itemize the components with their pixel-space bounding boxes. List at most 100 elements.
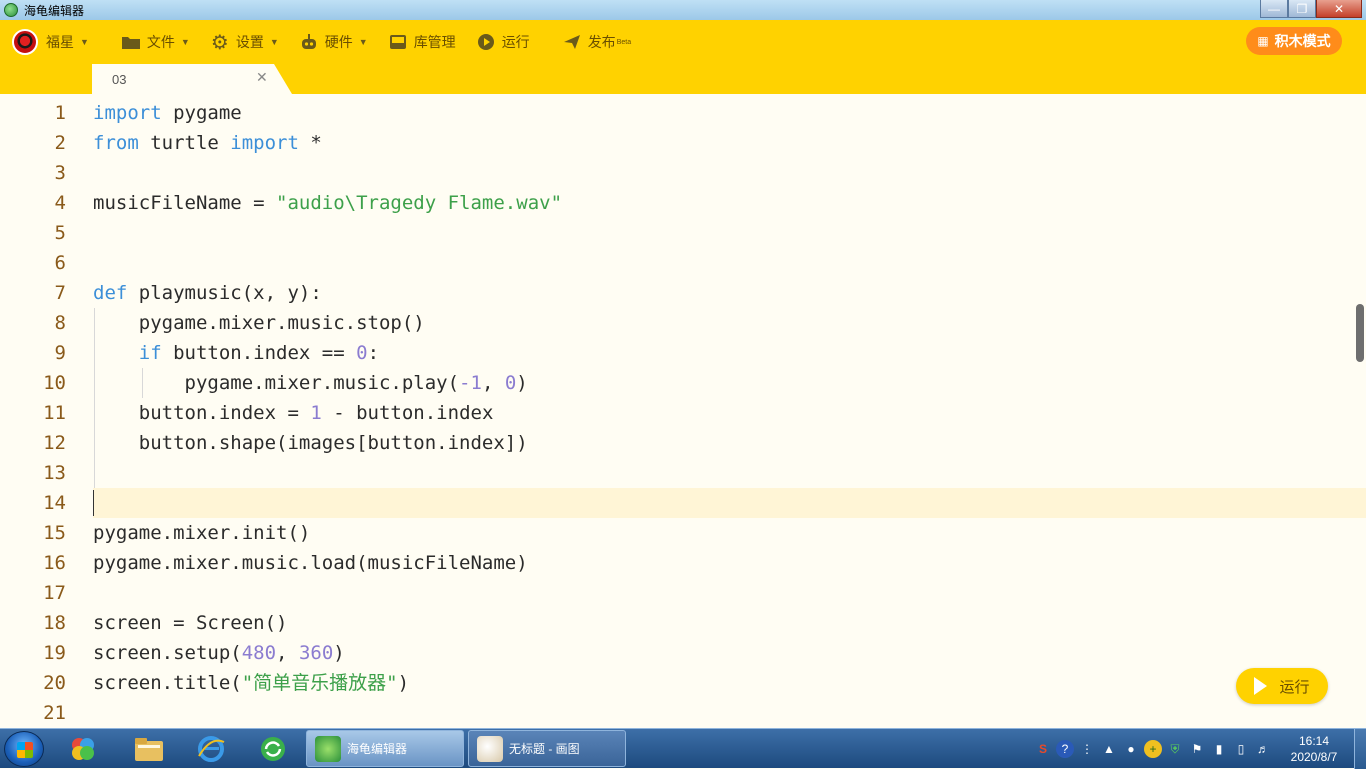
- close-icon: ✕: [1333, 1, 1345, 16]
- line-number: 15: [43, 522, 66, 544]
- run-menu-label: 运行: [501, 34, 530, 50]
- chevron-down-icon: ▼: [180, 37, 190, 47]
- send-icon: [562, 32, 582, 52]
- file-explorer-icon[interactable]: [128, 733, 170, 765]
- plus-icon[interactable]: +: [1144, 740, 1162, 758]
- run-menu-button[interactable]: 运行: [466, 20, 540, 64]
- system-clock[interactable]: 16:14 2020/8/7: [1274, 733, 1354, 765]
- settings-menu-label: 设置: [235, 34, 264, 50]
- code-line-4: musicFileName = "audio\Tragedy Flame.wav…: [93, 192, 563, 214]
- code-line-2: from turtle import *: [93, 132, 322, 154]
- line-number: 13: [43, 462, 66, 484]
- avatar: [12, 29, 38, 55]
- code-token: "audio\Tragedy Flame.wav": [276, 192, 563, 214]
- minimize-button[interactable]: —: [1260, 0, 1288, 18]
- library-button[interactable]: 库管理: [378, 20, 466, 64]
- code-line-16: pygame.mixer.music.load(musicFileName): [93, 552, 528, 574]
- settings-menu[interactable]: ⚙ 设置 ▼: [200, 20, 289, 64]
- code-token: "简单音乐播放器": [241, 672, 398, 694]
- tab-bar: 03 ✕: [0, 64, 1366, 94]
- line-number: 8: [54, 312, 66, 334]
- line-number: 3: [54, 162, 66, 184]
- turtle-app-icon: [4, 3, 18, 17]
- task-label: 无标题 - 画图: [509, 742, 580, 756]
- pinned-app-icon[interactable]: [62, 733, 104, 765]
- show-desktop-button[interactable]: [1354, 729, 1366, 769]
- refresh-app-icon[interactable]: [252, 733, 294, 765]
- windows-taskbar: 海龟编辑器 无标题 - 画图 S ? ⋮ ▲ ● + ⛨ ⚑ ▮ ▯ ♬ 16:…: [0, 728, 1366, 769]
- code-token: if: [138, 342, 162, 364]
- hardware-menu-label: 硬件: [324, 34, 353, 50]
- taskbar-task-paint[interactable]: 无标题 - 画图: [468, 730, 626, 767]
- code-line-9: if button.index == 0:: [138, 342, 380, 364]
- line-number: 2: [54, 132, 66, 154]
- volume-icon[interactable]: ♬: [1254, 740, 1272, 758]
- system-tray: S ? ⋮ ▲ ● + ⛨ ⚑ ▮ ▯ ♬ 16:14 2020/8/7: [1032, 729, 1366, 769]
- line-number: 5: [54, 222, 66, 244]
- chevron-down-icon: ▼: [80, 37, 89, 47]
- line-number: 1: [54, 102, 66, 124]
- chevron-down-icon: ▼: [269, 37, 279, 47]
- line-number: 18: [43, 612, 66, 634]
- line-number: 4: [54, 192, 66, 214]
- signal-icon[interactable]: ▮: [1210, 740, 1228, 758]
- keyboard-icon[interactable]: ⋮: [1078, 740, 1096, 758]
- play-icon: [476, 32, 496, 52]
- tab-03[interactable]: 03 ✕: [92, 64, 292, 94]
- publish-label: 发布: [587, 34, 616, 50]
- folder-icon: [121, 32, 141, 52]
- vertical-scrollbar[interactable]: [1356, 304, 1364, 362]
- battery-icon[interactable]: ▯: [1232, 740, 1250, 758]
- maximize-button[interactable]: ❐: [1288, 0, 1316, 18]
- shield-icon[interactable]: ⛨: [1166, 740, 1184, 758]
- main-toolbar: 福星 ▼ 文件 ▼ ⚙ 设置 ▼ 硬件 ▼ 库管理 运行 发布 Beta: [0, 20, 1366, 64]
- tab-label: 03: [112, 71, 127, 87]
- publish-button[interactable]: 发布 Beta: [552, 20, 641, 64]
- line-number: 6: [54, 252, 66, 274]
- line-number: 10: [43, 372, 66, 394]
- text-cursor: [93, 490, 94, 516]
- file-menu[interactable]: 文件 ▼: [111, 20, 200, 64]
- inbox-icon: [388, 32, 408, 52]
- code-token: 1: [310, 402, 322, 424]
- qq-icon[interactable]: ●: [1122, 740, 1140, 758]
- turtle-app-icon: [315, 735, 341, 762]
- close-tab-icon[interactable]: ✕: [256, 69, 268, 86]
- sogou-ime-icon[interactable]: S: [1034, 740, 1052, 758]
- block-mode-label: 积木模式: [1274, 33, 1331, 49]
- file-menu-label: 文件: [146, 34, 175, 50]
- flag-icon[interactable]: ⚑: [1188, 740, 1206, 758]
- code-token: 0: [356, 342, 368, 364]
- taskbar-task-turtle-editor[interactable]: 海龟编辑器: [306, 730, 464, 767]
- start-button[interactable]: [4, 731, 44, 767]
- code-editor[interactable]: 1 2 3 4 5 6 7 8 9 10 11 12 13 14 15 16 1…: [0, 94, 1366, 728]
- paint-palette-icon: [477, 735, 503, 762]
- code-line-11: button.index = 1 - button.index: [93, 402, 494, 424]
- code-line-12: button.shape(images[button.index]): [93, 432, 528, 454]
- block-mode-button[interactable]: ▦ 积木模式: [1246, 27, 1342, 55]
- line-number: 16: [43, 552, 66, 574]
- chevron-up-icon[interactable]: ▲: [1100, 740, 1118, 758]
- code-token: from: [93, 132, 139, 154]
- hardware-menu[interactable]: 硬件 ▼: [289, 20, 378, 64]
- code-line-10: pygame.mixer.music.play(-1, 0): [93, 372, 528, 394]
- blocks-icon: ▦: [1257, 34, 1269, 48]
- code-token: import: [93, 102, 162, 124]
- code-line-8: pygame.mixer.music.stop(): [93, 312, 425, 334]
- code-line-7: def playmusic(x, y):: [93, 282, 322, 304]
- close-button[interactable]: ✕: [1316, 0, 1362, 18]
- ie-browser-icon[interactable]: [190, 733, 232, 765]
- task-label: 海龟编辑器: [347, 742, 408, 756]
- line-number: 7: [54, 282, 66, 304]
- user-name: 福星: [46, 34, 74, 50]
- code-line-20: screen.title("简单音乐播放器"): [93, 672, 410, 694]
- code-token: -1: [459, 372, 482, 394]
- chevron-down-icon: ▼: [358, 37, 368, 47]
- library-button-label: 库管理: [413, 34, 456, 50]
- run-button[interactable]: 运行: [1236, 668, 1328, 704]
- user-menu[interactable]: 福星 ▼: [0, 20, 99, 64]
- help-icon[interactable]: ?: [1056, 740, 1074, 758]
- clock-time: 16:14: [1298, 734, 1330, 748]
- line-number: 14: [43, 492, 66, 514]
- code-line-1: import pygame: [93, 102, 242, 124]
